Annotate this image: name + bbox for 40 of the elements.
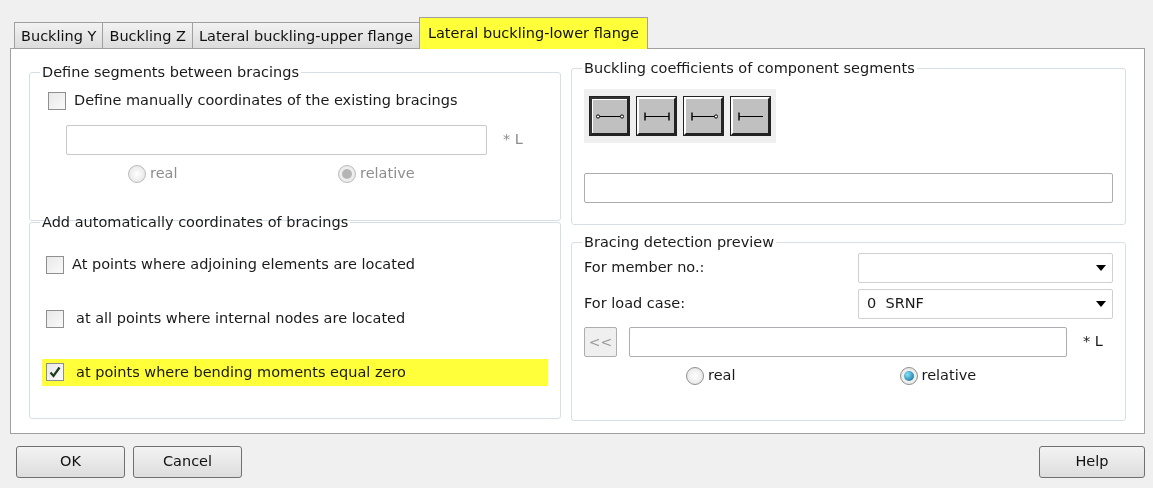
field-label: For load case: (584, 294, 686, 314)
radio-label: real (150, 163, 178, 183)
group-title: Add automatically coordinates of bracings (41, 213, 350, 231)
radio-button[interactable] (899, 366, 918, 385)
dropdown[interactable]: 0 SRNF (858, 289, 1113, 319)
checkbox[interactable] (46, 363, 64, 382)
tab[interactable]: Lateral buckling-lower flange (418, 17, 648, 49)
beam-icon (595, 111, 624, 121)
dialog-button[interactable]: Cancel (133, 446, 242, 478)
group-title: Bracing detection preview (583, 233, 776, 251)
beam-icon (642, 111, 671, 121)
beam-icon (736, 111, 765, 121)
dropdown-arrow-icon (1096, 301, 1106, 307)
dropdown-arrow-icon (1096, 265, 1106, 271)
checkbox-label: Define manually coordinates of the existing bracings (74, 91, 458, 110)
input-field[interactable] (584, 173, 1113, 203)
group-title: Define segments between bracings (41, 63, 300, 81)
tab[interactable]: Lateral buckling-upper flange (191, 22, 420, 48)
checkbox[interactable] (48, 91, 66, 110)
group-title: Buckling coefficients of component segments (583, 59, 916, 77)
checkbox[interactable] (46, 255, 64, 274)
radio-label: relative (360, 163, 415, 183)
checkbox[interactable] (46, 309, 64, 328)
dialog-button[interactable]: Help (1039, 446, 1145, 478)
unit-label: * L (503, 129, 523, 149)
checkbox-label: at points where bending moments equal zero (76, 362, 406, 382)
dropdown-value: 0 SRNF (867, 294, 924, 314)
checkbox-label: at all points where internal nodes are located (76, 308, 406, 328)
beam-icon (689, 111, 718, 121)
tab[interactable]: Buckling Z (102, 22, 193, 48)
dialog-button[interactable]: OK (16, 446, 125, 478)
tool-button[interactable] (590, 97, 629, 135)
radio-button[interactable] (686, 366, 704, 385)
input-field[interactable] (629, 327, 1067, 357)
radio-label: real (708, 366, 736, 385)
unit-label: * L (1083, 332, 1103, 352)
checkbox-label: At points where adjoining elements are located (72, 255, 416, 274)
tab[interactable]: Buckling Y (14, 22, 104, 48)
radio-label: relative (921, 366, 977, 385)
field-label: For member no.: (584, 258, 705, 278)
